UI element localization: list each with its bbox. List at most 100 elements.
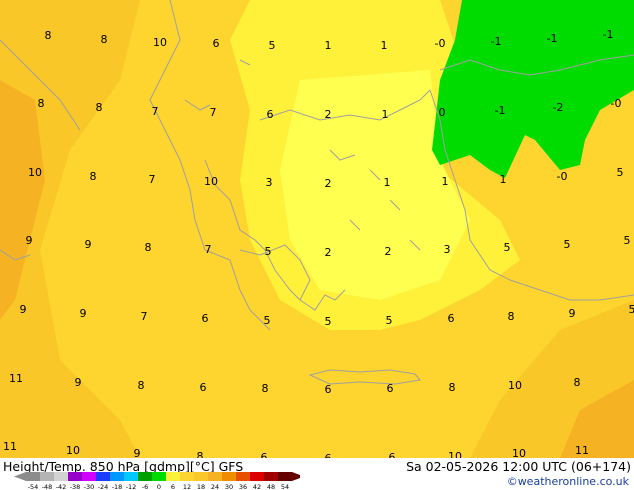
- scale-tick-label: -42: [56, 483, 67, 490]
- isotherm-label: 11: [575, 444, 589, 457]
- scale-tick-label: 0: [157, 483, 161, 490]
- isotherm-label: 5: [265, 245, 272, 258]
- isotherm-label: 5: [504, 241, 511, 254]
- temperature-map: 8 8 10 6 5 1 1 -0 -1 -1 -18 8 7 7 6 2 1 0 -1 -2 -010 8 7 10 3 2 1 1…: [0, 0, 634, 458]
- isotherm-label: 2: [385, 245, 392, 258]
- isotherm-label: 9: [75, 376, 82, 389]
- isotherm-label: 8: [145, 241, 152, 254]
- scale-swatch: [222, 472, 236, 481]
- isotherm-label: 2: [325, 108, 332, 121]
- scale-swatch: [82, 472, 96, 481]
- isotherm-label: 8: [262, 382, 269, 395]
- isotherm-label: 6: [213, 37, 220, 50]
- scale-swatch: [26, 472, 40, 481]
- scale-swatch: [68, 472, 82, 481]
- isotherm-label: 5: [264, 314, 271, 327]
- isotherm-label: 6: [267, 108, 274, 121]
- isotherm-label: -0: [435, 37, 446, 50]
- isotherm-label: 8: [38, 97, 45, 110]
- isotherm-label: -1: [495, 104, 506, 117]
- isotherm-label: 9: [569, 307, 576, 320]
- scale-tick-label: -38: [70, 483, 81, 490]
- isotherm-label: 5: [564, 238, 571, 251]
- isotherm-label: 5: [629, 303, 634, 316]
- isotherm-label: 9: [20, 303, 27, 316]
- scale-swatch: [124, 472, 138, 481]
- isotherm-label: 1: [500, 173, 507, 186]
- isotherm-label: -0: [557, 170, 568, 183]
- credit-link[interactable]: ©weatheronline.co.uk: [507, 475, 629, 488]
- scale-tick-label: 36: [239, 483, 247, 490]
- scale-swatch: [264, 472, 278, 481]
- scale-swatch: [208, 472, 222, 481]
- isotherm-label: 7: [205, 243, 212, 256]
- isotherm-label: 8: [96, 101, 103, 114]
- isotherm-label: 11: [3, 440, 17, 453]
- isotherm-label: 10: [508, 379, 522, 392]
- scale-swatch: [96, 472, 110, 481]
- isotherm-label: 8: [508, 310, 515, 323]
- scale-tick-label: -48: [42, 483, 53, 490]
- isotherm-label: 3: [444, 243, 451, 256]
- scale-arrow-left: [14, 472, 26, 481]
- isotherm-label: 10: [512, 447, 526, 458]
- scale-tick-label: 24: [211, 483, 219, 490]
- isotherm-label: 8: [197, 450, 204, 458]
- scale-tick-label: -54: [28, 483, 39, 490]
- isotherm-label: 5: [325, 315, 332, 328]
- isotherm-label: 6: [200, 381, 207, 394]
- isotherm-label: 8: [574, 376, 581, 389]
- isotherm-label: 1: [442, 175, 449, 188]
- isotherm-label: 7: [141, 310, 148, 323]
- isotherm-label: 10: [28, 166, 42, 179]
- isotherm-label: 10: [66, 444, 80, 457]
- scale-tick-label: -18: [112, 483, 123, 490]
- isotherm-label: -1: [491, 35, 502, 48]
- isotherm-label: 5: [624, 234, 631, 247]
- isotherm-label: 10: [153, 36, 167, 49]
- isotherm-label: 10: [204, 175, 218, 188]
- color-scale-legend: -54 -48 -42 -38 -30 -24 -18 -12 -6 0 6 12 18 24 30 36 42…: [14, 472, 300, 490]
- scale-swatch: [138, 472, 152, 481]
- scale-swatch: [278, 472, 292, 481]
- scale-swatch: [180, 472, 194, 481]
- scale-tick-label: -12: [126, 483, 137, 490]
- scale-swatch: [166, 472, 180, 481]
- isotherm-label: 9: [80, 307, 87, 320]
- weather-map-page: 8 8 10 6 5 1 1 -0 -1 -1 -1 8 8 7 7 6 2 1 0 -1 -2 -0 10 8 7 10 3 2 1 1…: [0, 0, 634, 490]
- scale-swatch: [236, 472, 250, 481]
- scale-tick-label: 48: [267, 483, 275, 490]
- isotherm-label: 8: [449, 381, 456, 394]
- isotherm-label: 1: [382, 108, 389, 121]
- isotherm-label: 7: [152, 105, 159, 118]
- isotherm-label: 6: [448, 312, 455, 325]
- isotherm-label: 2: [325, 246, 332, 259]
- isotherm-label: 9: [134, 447, 141, 458]
- isotherm-label: 7: [149, 173, 156, 186]
- isotherm-label: 6: [389, 451, 396, 458]
- isotherm-label: 8: [138, 379, 145, 392]
- isotherm-label: 0: [439, 106, 446, 119]
- isotherm-label: 5: [617, 166, 624, 179]
- isotherm-label: 6: [202, 312, 209, 325]
- isotherm-label: -0: [611, 97, 622, 110]
- scale-tick-label: 42: [253, 483, 261, 490]
- scale-swatch: [40, 472, 54, 481]
- isotherm-label: 1: [384, 176, 391, 189]
- scale-tick-label: 30: [225, 483, 233, 490]
- scale-swatch: [250, 472, 264, 481]
- isotherm-label: 3: [266, 176, 273, 189]
- scale-tick-label: 18: [197, 483, 205, 490]
- isotherm-label: 11: [9, 372, 23, 385]
- isotherm-label: 6: [387, 382, 394, 395]
- scale-tick-label: -6: [142, 483, 148, 490]
- isotherm-label: 6: [325, 383, 332, 396]
- scale-tick-label: 54: [281, 483, 289, 490]
- scale-tick-label: 12: [183, 483, 191, 490]
- isotherm-label: 8: [90, 170, 97, 183]
- isotherm-label: 1: [381, 39, 388, 52]
- scale-swatch: [54, 472, 68, 481]
- isotherm-label: -2: [553, 101, 564, 114]
- scale-swatch: [194, 472, 208, 481]
- isotherm-label: 9: [26, 234, 33, 247]
